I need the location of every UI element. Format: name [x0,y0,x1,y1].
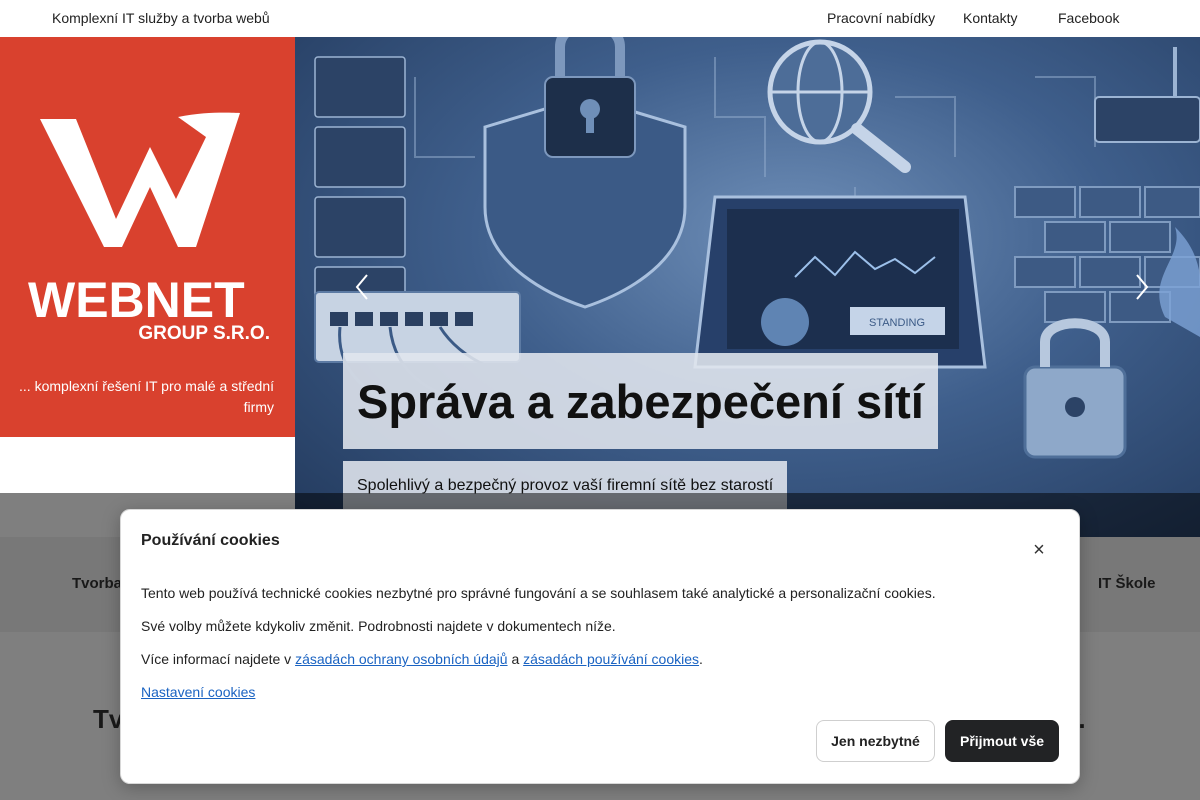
nav-link-contacts[interactable]: Kontakty [963,10,1017,26]
logo-tagline: ... komplexní řešení IT pro malé a střed… [19,378,274,415]
top-bar: Komplexní IT služby a tvorba webů Pracov… [0,0,1200,37]
cookie-policy-link[interactable]: zásadách používání cookies [523,651,699,667]
logo-panel[interactable]: WEBNET GROUP S.R.O. ... komplexní řešení… [0,37,295,437]
logo-name-line1: WEBNET [28,272,245,328]
cookie-dialog: Používání cookies × Tento web používá te… [120,509,1080,784]
more-info-mid: a [507,651,524,667]
site-tagline: Komplexní IT služby a tvorba webů [52,10,270,26]
hero-title: Správa a zabezpečení sítí [357,374,924,428]
close-icon: × [1033,539,1045,561]
logo-spacer [0,437,295,493]
chevron-right-icon [1136,274,1149,300]
slider-next-button[interactable] [1129,273,1153,301]
privacy-policy-link[interactable]: zásadách ochrany osobních údajů [295,651,507,667]
cookie-text-change: Své volby můžete kdykoliv změnit. Podrob… [141,618,616,634]
nav-link-jobs[interactable]: Pracovní nabídky [827,10,935,26]
nav-link-facebook[interactable]: Facebook [1058,10,1119,26]
hero-slider: STANDING Správa a zabezpečení sítí Spole… [295,37,1200,537]
chevron-left-icon [355,274,368,300]
more-info-suffix: . [699,651,703,667]
accept-all-button[interactable]: Přijmout vše [945,720,1059,762]
webnet-logo[interactable]: WEBNET GROUP S.R.O. [28,107,273,347]
hero-title-box: Správa a zabezpečení sítí [343,353,938,449]
cookie-text-more-info: Více informací najdete v zásadách ochran… [141,651,703,667]
more-info-prefix: Více informací najdete v [141,651,296,667]
cookie-text-intro: Tento web používá technické cookies nezb… [141,585,936,601]
logo-w-icon [40,112,240,248]
cookie-dialog-title: Používání cookies [141,532,280,549]
screen-label: STANDING [869,317,925,329]
logo-name-line2: GROUP S.R.O. [138,323,270,344]
necessary-only-button[interactable]: Jen nezbytné [816,720,935,762]
slider-prev-button[interactable] [351,273,375,301]
close-button[interactable]: × [1025,536,1053,564]
cookie-settings-link[interactable]: Nastavení cookies [141,684,255,700]
